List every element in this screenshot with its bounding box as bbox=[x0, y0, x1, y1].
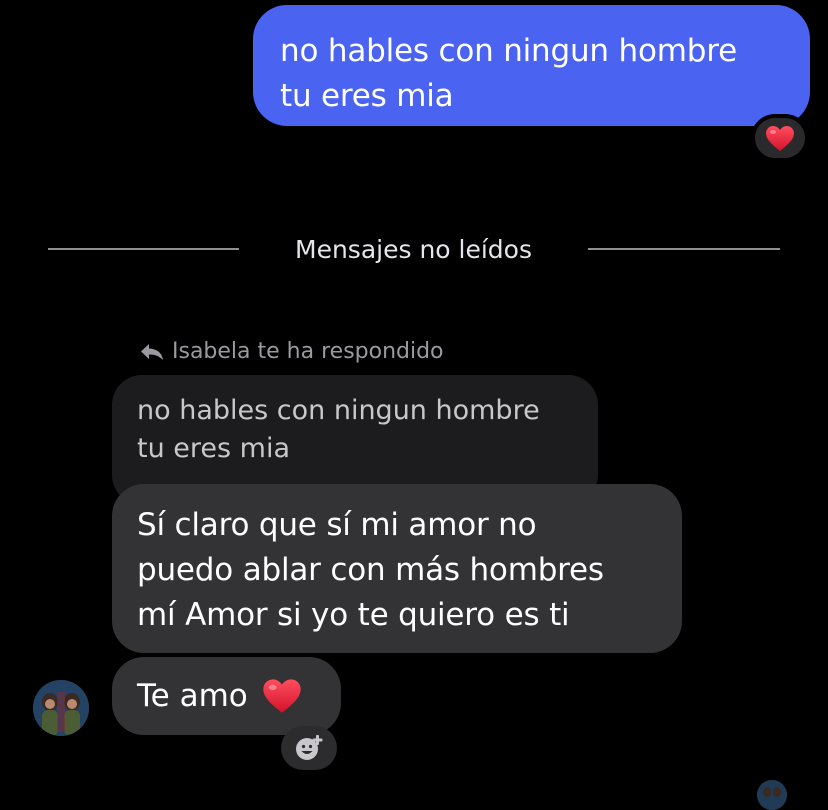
incoming-message-bubble[interactable]: Sí claro que sí mi amor no puedo ablar c… bbox=[112, 484, 682, 653]
message-text: Te amo bbox=[137, 678, 248, 714]
reply-arrow-icon bbox=[141, 344, 163, 360]
heart-icon bbox=[263, 679, 301, 713]
add-reaction-icon bbox=[296, 735, 323, 760]
outgoing-message-bubble[interactable]: no hables con ningun hombre tu eres mia bbox=[253, 5, 810, 126]
incoming-message-bubble[interactable]: Te amo bbox=[112, 657, 341, 735]
divider-line-left bbox=[48, 248, 239, 250]
seen-avatar bbox=[757, 780, 787, 810]
seen-avatar-image bbox=[757, 780, 787, 810]
add-reaction-button[interactable] bbox=[281, 726, 337, 770]
avatar[interactable] bbox=[33, 680, 89, 736]
avatar-image bbox=[33, 680, 89, 736]
message-reaction[interactable] bbox=[751, 114, 809, 162]
unread-messages-divider: Mensajes no leídos bbox=[295, 235, 532, 264]
reply-header: Isabela te ha respondido bbox=[140, 338, 444, 366]
reply-header-label: Isabela te ha respondido bbox=[172, 339, 444, 364]
heart-icon bbox=[766, 125, 794, 151]
divider-line-right bbox=[588, 248, 780, 250]
